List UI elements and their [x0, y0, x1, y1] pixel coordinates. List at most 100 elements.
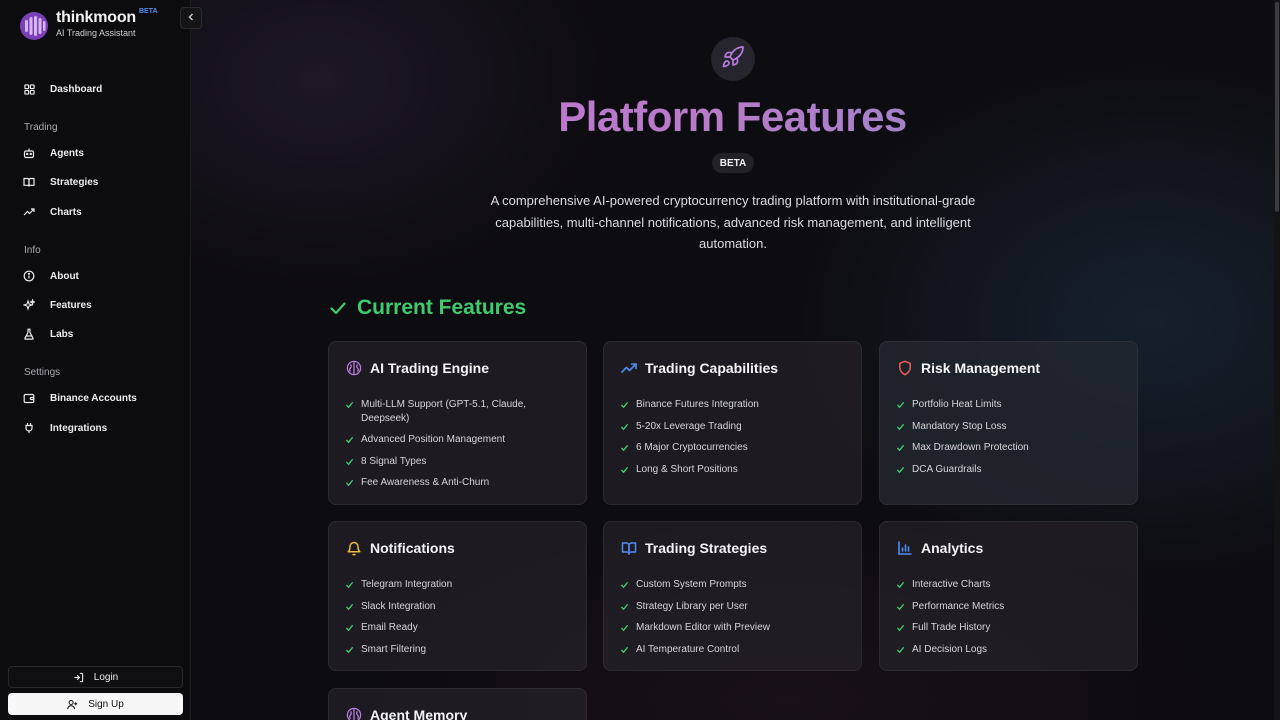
sidebar-item-label: Dashboard — [50, 83, 103, 95]
feature-item-label: Slack Integration — [361, 600, 436, 612]
sidebar-item-label: Binance Accounts — [50, 392, 137, 404]
feature-item: Binance Futures Integration — [620, 398, 850, 412]
feature-card-agent-memory: Agent Memory — [328, 688, 587, 720]
feature-item: Portfolio Heat Limits — [896, 398, 1126, 412]
check-icon — [345, 578, 355, 589]
sidebar-item-charts[interactable]: Charts — [20, 201, 180, 223]
feature-item: 5-20x Leverage Trading — [620, 420, 850, 434]
feature-card-trading-capabilities: Trading Capabilities Binance Futures Int… — [603, 341, 862, 505]
feature-item-label: Performance Metrics — [912, 600, 1005, 612]
feature-item-label: AI Temperature Control — [636, 643, 740, 655]
scrollbar[interactable] — [1274, 0, 1280, 720]
main-content: Platform Features BETA A comprehensive A… — [191, 0, 1280, 720]
feature-item: Markdown Editor with Preview — [620, 621, 850, 635]
check-icon — [345, 643, 355, 654]
feature-item-label: Email Ready — [361, 622, 418, 633]
feature-item: Interactive Charts — [896, 578, 1126, 592]
check-icon — [896, 621, 906, 632]
sidebar-item-labs[interactable]: Labs — [20, 323, 180, 345]
sidebar-item-strategies[interactable]: Strategies — [20, 171, 180, 193]
check-icon — [620, 441, 630, 452]
check-icon — [620, 643, 630, 654]
feature-item-label: Interactive Charts — [912, 579, 991, 590]
login-button[interactable]: Login — [8, 666, 183, 688]
rocket-icon — [721, 45, 745, 74]
section-title-label: Current Features — [357, 296, 527, 319]
check-icon — [896, 578, 906, 589]
sidebar-section-trading: Trading — [24, 122, 58, 133]
feature-item-label: AI Decision Logs — [912, 643, 988, 655]
card-title: Trading Capabilities — [645, 360, 779, 376]
brand-subtitle: AI Trading Assistant — [56, 28, 136, 38]
sidebar-section-info: Info — [24, 245, 41, 256]
shield-icon — [896, 359, 914, 377]
feature-item-label: Markdown Editor with Preview — [636, 622, 770, 633]
sidebar-item-dashboard[interactable]: Dashboard — [20, 78, 180, 100]
card-title: Agent Memory — [370, 707, 468, 720]
check-icon — [896, 441, 906, 452]
feature-card-notifications: Notifications Telegram Integration Slack… — [328, 521, 587, 671]
card-title: AI Trading Engine — [370, 360, 490, 376]
user-plus-icon — [67, 699, 78, 710]
bell-icon — [345, 539, 363, 557]
check-icon — [896, 420, 906, 431]
check-icon — [329, 299, 347, 317]
feature-item-label: Portfolio Heat Limits — [912, 399, 1002, 410]
sidebar-item-binance-accounts[interactable]: Binance Accounts — [20, 387, 180, 409]
check-icon — [620, 578, 630, 589]
check-icon — [620, 463, 630, 474]
check-icon — [896, 398, 906, 409]
bar-chart-icon — [896, 539, 914, 557]
feature-item-label: 5-20x Leverage Trading — [636, 420, 742, 432]
feature-card-ai-trading-engine: AI Trading Engine Multi-LLM Support (GPT… — [328, 341, 587, 505]
check-icon — [345, 398, 355, 409]
feature-item: Long & Short Positions — [620, 463, 850, 477]
plug-icon — [20, 419, 38, 437]
page-title: Platform Features — [191, 93, 1274, 141]
collapse-sidebar-button[interactable] — [180, 7, 202, 29]
hero-icon-circle — [711, 37, 755, 81]
feature-item-label: Strategy Library per User — [636, 600, 748, 612]
check-icon — [345, 455, 355, 466]
check-icon — [620, 398, 630, 409]
check-icon — [345, 433, 355, 444]
book-open-icon — [620, 539, 638, 557]
login-label: Login — [93, 671, 119, 683]
brain-icon — [345, 706, 363, 720]
feature-item: DCA Guardrails — [896, 463, 1126, 477]
sidebar-item-label: Strategies — [50, 176, 99, 188]
card-title: Analytics — [921, 540, 984, 556]
brand-name: thinkmoon — [56, 9, 136, 26]
chevron-left-icon — [187, 12, 195, 24]
sidebar-item-label: Labs — [50, 328, 74, 340]
sidebar-section-settings: Settings — [24, 367, 61, 378]
wallet-icon — [20, 389, 38, 407]
check-icon — [896, 463, 906, 474]
feature-list: Custom System Prompts Strategy Library p… — [620, 578, 850, 664]
sidebar-item-integrations[interactable]: Integrations — [20, 417, 180, 439]
feature-item-label: Advanced Position Management — [361, 434, 505, 445]
brand[interactable]: thinkmoon BETA AI Trading Assistant — [18, 8, 178, 44]
feature-card-risk-management: Risk Management Portfolio Heat Limits Ma… — [879, 341, 1138, 505]
feature-item: Strategy Library per User — [620, 600, 850, 614]
feature-item-label: Max Drawdown Protection — [912, 442, 1029, 453]
signup-button[interactable]: Sign Up — [8, 693, 183, 715]
scrollbar-thumb[interactable] — [1275, 2, 1279, 212]
feature-list: Telegram Integration Slack Integration E… — [345, 578, 575, 664]
beta-badge: BETA — [712, 153, 754, 173]
sidebar-item-features[interactable]: Features — [20, 294, 180, 316]
card-title: Risk Management — [921, 360, 1041, 376]
feature-item-label: Fee Awareness & Anti-Churn — [361, 477, 490, 488]
bot-icon — [20, 144, 38, 162]
feature-item: Mandatory Stop Loss — [896, 420, 1126, 434]
feature-item: Fee Awareness & Anti-Churn — [345, 476, 575, 490]
brain-logo-icon — [20, 12, 48, 40]
feature-item: Telegram Integration — [345, 578, 575, 592]
sidebar-item-agents[interactable]: Agents — [20, 142, 180, 164]
brain-icon — [345, 359, 363, 377]
check-icon — [896, 643, 906, 654]
feature-item-label: Binance Futures Integration — [636, 399, 759, 410]
sidebar-item-about[interactable]: About — [20, 265, 180, 287]
check-icon — [620, 420, 630, 431]
feature-item-label: 6 Major Cryptocurrencies — [636, 442, 748, 453]
